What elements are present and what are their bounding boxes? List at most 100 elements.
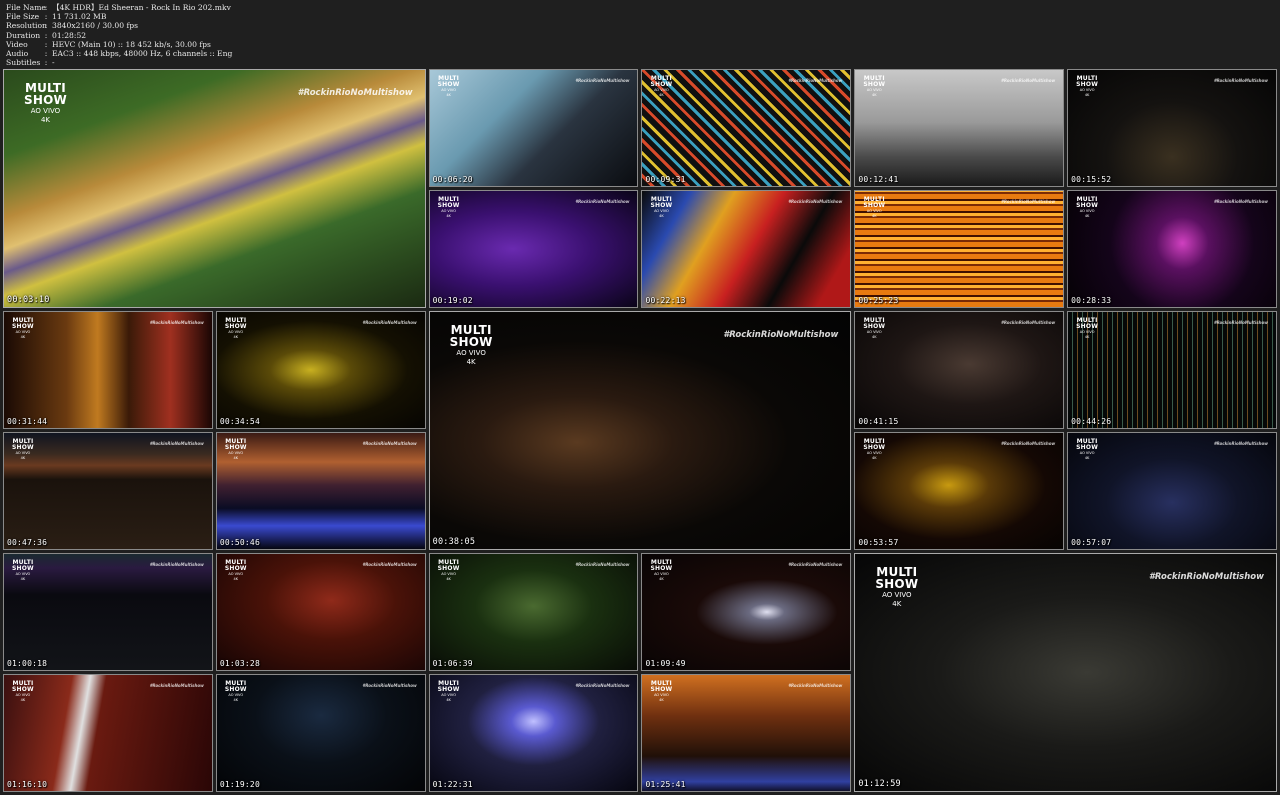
hashtag-overlay: #RockinRioNoMultishow: [362, 320, 417, 325]
info-separator: :: [44, 58, 48, 68]
logo-line: AO VIVO: [15, 693, 31, 697]
logo-line: 4K: [659, 92, 664, 97]
timestamp-label: 01:06:39: [432, 659, 473, 668]
timestamp-label: 00:53:57: [858, 538, 899, 547]
timestamp-label: 00:57:07: [1071, 538, 1112, 547]
hashtag-overlay: #RockinRioNoMultishow: [788, 562, 843, 567]
logo-line: SHOW: [24, 93, 67, 107]
channel-logo: MULTI SHOW AO VIVO 4K: [863, 76, 885, 97]
info-row: Duration:01:28:52: [6, 31, 232, 40]
concert-scene-image: [1068, 433, 1276, 549]
logo-line: 4K: [1084, 455, 1090, 460]
concert-scene-image: [1068, 312, 1276, 428]
concert-scene-image: [429, 675, 638, 791]
logo-line: 4K: [872, 455, 877, 460]
thumbnail-frame: MULTI SHOW AO VIVO 4K #RockinRioNoMultishow 0…: [854, 311, 1065, 429]
logo-line: SHOW: [449, 335, 493, 349]
timestamp-label: 01:22:31: [432, 780, 473, 789]
info-value: -: [52, 58, 55, 68]
logo-line: 4K: [20, 334, 26, 339]
info-separator: :: [44, 12, 48, 22]
logo-line: 4K: [466, 358, 476, 366]
channel-logo: MULTI SHOW AO VIVO 4K: [438, 681, 460, 702]
info-value: 01:28:52: [52, 30, 87, 40]
hashtag-overlay: #RockinRioNoMultishow: [1213, 199, 1268, 204]
channel-logo: MULTI SHOW AO VIVO 4K: [863, 318, 885, 339]
logo-line: AO VIVO: [441, 209, 456, 213]
channel-logo: MULTI SHOW AO VIVO 4K: [1076, 197, 1098, 218]
hashtag-overlay: #RockinRioNoMultishow: [575, 78, 630, 83]
thumbnail-frame: MULTI SHOW AO VIVO 4K #RockinRioNoMultishow 0…: [3, 432, 213, 550]
info-label: Video: [6, 39, 28, 49]
concert-scene-image: [429, 554, 638, 670]
channel-logo: MULTI SHOW AO VIVO 4K: [24, 82, 67, 124]
concert-scene-image: [429, 70, 638, 186]
logo-line: AO VIVO: [1079, 451, 1095, 455]
info-row: Audio: EAC3 :: 448 kbps, 48000 Hz, 6 chan…: [6, 49, 232, 58]
hashtag-overlay: #RockinRioNoMultishow: [575, 683, 630, 688]
logo-line: 4K: [446, 92, 451, 97]
timestamp-label: 00:12:41: [858, 175, 899, 184]
concert-scene-image: [216, 312, 425, 428]
timestamp-label: 01:03:28: [219, 659, 260, 668]
concert-scene-image: [4, 433, 212, 549]
concert-scene-image: [855, 191, 1064, 307]
logo-line: AO VIVO: [30, 107, 61, 115]
thumbnail-frame: MULTI SHOW AO VIVO 4K #RockinRioNoMultishow 0…: [215, 432, 426, 550]
hashtag-overlay: #RockinRioNoMultishow: [1001, 320, 1056, 325]
logo-line: AO VIVO: [441, 88, 456, 92]
hashtag-overlay: #RockinRioNoMultishow: [1001, 441, 1056, 446]
concert-scene-image: [4, 675, 212, 791]
logo-line: AO VIVO: [882, 591, 912, 599]
channel-logo: MULTI SHOW AO VIVO 4K: [1076, 318, 1098, 339]
channel-logo: MULTI SHOW AO VIVO 4K: [1076, 439, 1098, 460]
concert-scene-image: [216, 675, 425, 791]
logo-line: 4K: [659, 213, 664, 218]
thumbnail-frame: MULTI SHOW AO VIVO 4K #RockinRioNoMultishow 0…: [3, 311, 213, 429]
timestamp-label: 00:47:36: [7, 538, 48, 547]
thumbnail-grid: MULTI SHOW AO VIVO 4K #RockinRioNoMultishow 0…: [3, 69, 1277, 792]
logo-line: AO VIVO: [1079, 209, 1095, 213]
logo-line: AO VIVO: [15, 330, 31, 334]
hashtag-overlay: #RockinRioNoMultishow: [1001, 199, 1056, 204]
hashtag-overlay: #RockinRioNoMultishow: [1213, 78, 1268, 83]
thumbnail-frame: MULTI SHOW AO VIVO 4K #RockinRioNoMultishow 0…: [428, 190, 639, 308]
logo-line: AO VIVO: [456, 349, 486, 357]
info-value: 11 731.02 MB: [52, 12, 107, 22]
logo-line: 4K: [20, 576, 26, 581]
concert-scene-image: [429, 191, 638, 307]
concert-scene-image: [642, 191, 851, 307]
logo-line: 4K: [446, 697, 451, 702]
timestamp-label: 01:16:10: [7, 780, 48, 789]
logo-line: 4K: [446, 576, 451, 581]
hashtag-overlay: #RockinRioNoMultishow: [149, 320, 204, 325]
thumbnail-frame: MULTI SHOW AO VIVO 4K #RockinRioNoMultishow 0…: [428, 311, 852, 550]
logo-line: 4K: [659, 576, 664, 581]
timestamp-label: 00:41:15: [858, 417, 899, 426]
timestamp-label: 01:25:41: [645, 780, 686, 789]
concert-scene-image: [642, 554, 851, 670]
info-row: Resolution:3840x2160 / 30.00 fps: [6, 21, 232, 30]
logo-line: SHOW: [875, 577, 919, 591]
hashtag-overlay: #RockinRioNoMultishow: [362, 441, 417, 446]
channel-logo: MULTI SHOW AO VIVO 4K: [225, 439, 247, 460]
concert-scene-image: [855, 554, 1276, 791]
thumbnail-frame: MULTI SHOW AO VIVO 4K #RockinRioNoMultishow 0…: [428, 674, 639, 792]
timestamp-label: 01:19:20: [219, 780, 260, 789]
hashtag-overlay: #RockinRioNoMultishow: [575, 562, 630, 567]
info-row: Subtitles: -: [6, 58, 232, 67]
logo-line: 4K: [892, 600, 902, 608]
hashtag-overlay: #RockinRioNoMultishow: [575, 199, 630, 204]
info-value: EAC3 :: 448 kbps, 48000 Hz, 6 channels :…: [52, 49, 233, 59]
info-separator: :: [44, 30, 48, 40]
thumbnail-frame: MULTI SHOW AO VIVO 4K #RockinRioNoMultishow 0…: [641, 190, 852, 308]
timestamp-label: 00:28:33: [1071, 296, 1112, 305]
logo-line: 4K: [446, 213, 451, 218]
thumbnail-frame: MULTI SHOW AO VIVO 4K #RockinRioNoMultishow 0…: [3, 553, 213, 671]
thumbnail-frame: MULTI SHOW AO VIVO 4K #RockinRioNoMultishow 0…: [1067, 190, 1277, 308]
concert-scene-image: [855, 433, 1064, 549]
file-info-panel: File Name: 【4K HDR】Ed Sheeran - Rock In R…: [6, 3, 232, 67]
timestamp-label: 01:09:49: [645, 659, 686, 668]
thumbnail-frame: MULTI SHOW AO VIVO 4K #RockinRioNoMultishow 0…: [215, 311, 426, 429]
concert-scene-image: [216, 433, 425, 549]
